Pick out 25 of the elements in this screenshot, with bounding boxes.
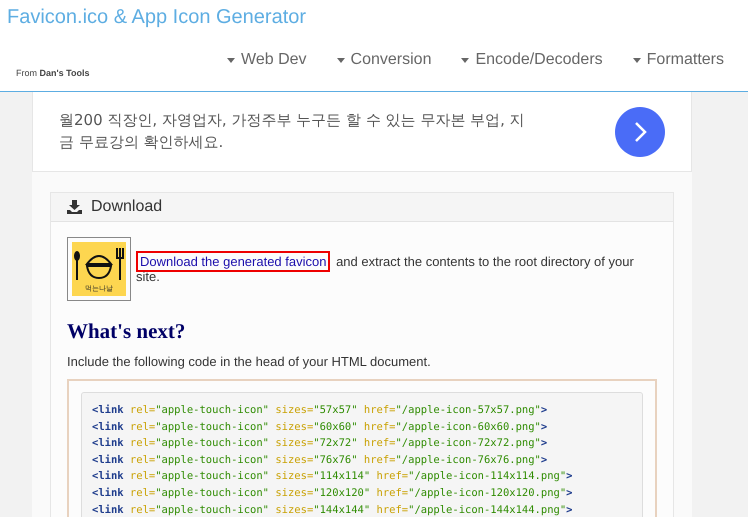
nav-menu-item[interactable]: Web Dev [227, 51, 307, 69]
caret-icon [632, 58, 641, 62]
section-heading: What's next? [67, 319, 186, 344]
code-line: <link rel="apple-touch-icon" sizes="72x72" href="/apple-icon-72x72.png"> [92, 436, 548, 452]
card-title: Download [91, 198, 162, 216]
nav-menu-item[interactable]: Formatters [632, 51, 724, 69]
next-arrow-button[interactable] [615, 106, 665, 156]
caret-icon [227, 58, 236, 62]
nav-menu-item[interactable]: Encode/Decoders [461, 51, 603, 69]
code-line: <link rel="apple-touch-icon" sizes="114x114" href="/apple-icon-114x114.png"> [92, 469, 574, 484]
from-label: From Dan's Tools [15, 68, 90, 79]
caret-icon [336, 58, 345, 62]
code-line: <link rel="apple-touch-icon" sizes="144x144" href="/apple-icon-144x144.png"> [92, 502, 574, 517]
download-link[interactable]: Download the generated favicon [136, 251, 330, 272]
download-icon [67, 200, 82, 214]
ad-text: 월200 직장인, 자영업자, 가정주부 누구든 할 수 있는 무자본 부업, 지금 무료강의 확인하세요. [59, 110, 526, 152]
code-line: <link rel="apple-touch-icon" sizes="57x57" href="/apple-icon-57x57.png"> [92, 403, 548, 418]
download-instructions: Download the generated favicon and extract the contents to the root directory of your site. [136, 254, 657, 284]
nav-menu-item[interactable]: Conversion [336, 51, 432, 69]
instruction-text: Include the following code in the head of your HTML document. [67, 354, 432, 369]
code-line: <link rel="apple-touch-icon" sizes="76x76" href="/apple-icon-76x76.png"> [92, 452, 548, 468]
code-line: <link rel="apple-touch-icon" sizes="60x60" href="/apple-icon-60x60.png"> [92, 420, 548, 435]
caret-icon [461, 58, 470, 62]
ad-banner[interactable]: 월200 직장인, 자영업자, 가정주부 누구든 할 수 있는 무자본 부업, 지금 무료강의 확인하세요. [32, 92, 692, 172]
code-line: <link rel="apple-touch-icon" sizes="120x120" href="/apple-icon-120x120.png"> [92, 486, 574, 501]
